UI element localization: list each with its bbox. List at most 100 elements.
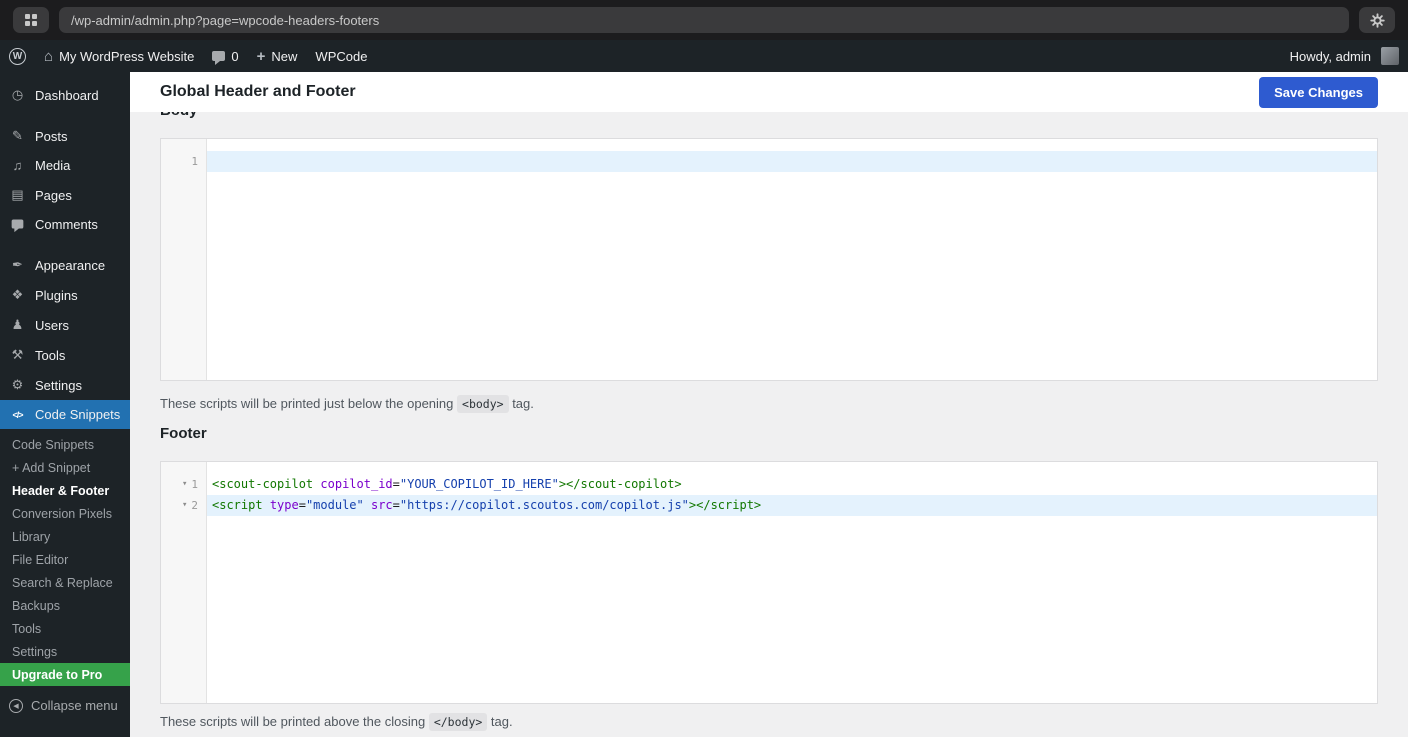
gutter-line: 1: [161, 151, 206, 172]
fold-arrow-icon[interactable]: ▾: [182, 495, 187, 516]
browser-settings-button[interactable]: [1359, 7, 1395, 33]
browser-chrome: /wp-admin/admin.php?page=wpcode-headers-…: [0, 0, 1408, 40]
plugins-icon: ❖: [9, 287, 26, 303]
gutter-line: ▾1: [161, 474, 206, 495]
sidebar-item-media[interactable]: ♫ Media: [0, 151, 130, 180]
settings-icon: ⚙: [9, 377, 26, 393]
code-line[interactable]: <scout-copilot copilot_id="YOUR_COPILOT_…: [207, 474, 1377, 495]
sidebar-item-settings[interactable]: ⚙ Settings: [0, 370, 130, 400]
code-token-plain: =: [393, 498, 400, 512]
comments-indicator[interactable]: 0: [203, 40, 247, 72]
body-caption-tail: tag.: [512, 396, 534, 411]
sidebar-item-dashboard[interactable]: ◷ Dashboard: [0, 80, 130, 110]
sidebar-subitem-add-snippet[interactable]: + Add Snippet: [0, 456, 130, 479]
settings-content: Body 1 These scripts will be printed jus…: [130, 112, 1408, 737]
collapse-arrow-icon: ◀: [9, 699, 23, 713]
sidebar-subitem-backups[interactable]: Backups: [0, 594, 130, 617]
sidebar-subitem-file-editor[interactable]: File Editor: [0, 548, 130, 571]
body-editor-gutter: 1: [161, 139, 207, 380]
account-menu[interactable]: Howdy, admin: [1281, 40, 1408, 72]
pages-icon: ▤: [9, 187, 26, 203]
sidebar-item-appearance[interactable]: ✒ Appearance: [0, 250, 130, 280]
code-token-string: "YOUR_COPILOT_ID_HERE": [400, 477, 559, 491]
collapse-menu-button[interactable]: ◀ Collapse menu: [0, 692, 130, 719]
save-changes-button[interactable]: Save Changes: [1259, 77, 1378, 108]
body-code-editor[interactable]: 1: [160, 138, 1378, 381]
main-content: Global Header and Footer Save Changes Bo…: [130, 72, 1408, 737]
sidebar-item-label: Dashboard: [35, 88, 99, 103]
wpcode-adminbar-menu[interactable]: WPCode: [306, 40, 376, 72]
tab-grid-button[interactable]: [13, 7, 49, 33]
code-token-tag: <script: [212, 498, 263, 512]
code-token-plain: =: [393, 477, 400, 491]
body-caption: These scripts will be printed just below…: [160, 396, 1378, 411]
wordpress-logo-icon: W: [9, 48, 26, 65]
closing-body-tag-code: </body>: [429, 713, 487, 731]
sidebar-subitem-search-replace[interactable]: Search & Replace: [0, 571, 130, 594]
sidebar-subitem-tools[interactable]: Tools: [0, 617, 130, 640]
sidebar-item-label: Comments: [35, 217, 98, 232]
body-caption-text: These scripts will be printed just below…: [160, 396, 453, 411]
footer-code-editor[interactable]: ▾1▾2 <scout-copilot copilot_id="YOUR_COP…: [160, 461, 1378, 704]
sidebar-item-label: Tools: [35, 348, 65, 363]
page-header: Global Header and Footer Save Changes: [130, 72, 1408, 112]
posts-icon: ✎: [9, 128, 26, 144]
sidebar-subitem-upgrade-to-pro[interactable]: Upgrade to Pro: [0, 663, 130, 686]
footer-caption: These scripts will be printed above the …: [160, 714, 1378, 729]
body-tag-code: <body>: [457, 395, 509, 413]
code-token-string: "module": [306, 498, 364, 512]
footer-editor-gutter: ▾1▾2: [161, 462, 207, 703]
sidebar-item-label: Plugins: [35, 288, 78, 303]
code-token-attr: src: [371, 498, 393, 512]
new-content-menu[interactable]: + New: [248, 40, 307, 72]
sidebar-subitem-header-footer[interactable]: Header & Footer: [0, 479, 130, 502]
code-line[interactable]: <script type="module" src="https://copil…: [207, 495, 1377, 516]
site-name: My WordPress Website: [59, 49, 194, 64]
sidebar-item-comments[interactable]: Comments: [0, 210, 130, 239]
sidebar-subitem-settings[interactable]: Settings: [0, 640, 130, 663]
sidebar-item-tools[interactable]: ⚒ Tools: [0, 340, 130, 370]
gear-icon: [1370, 13, 1385, 28]
sidebar-item-pages[interactable]: ▤ Pages: [0, 180, 130, 210]
code-token-tag: ></scout-copilot>: [559, 477, 682, 491]
code-line[interactable]: [207, 151, 1377, 172]
site-menu[interactable]: ⌂ My WordPress Website: [35, 40, 203, 72]
sidebar-subitem-code-snippets[interactable]: Code Snippets: [0, 433, 130, 456]
tab-grid-icon: [24, 13, 38, 27]
howdy-text: Howdy, admin: [1290, 49, 1371, 64]
line-number: 2: [191, 495, 198, 516]
sidebar-item-label: Appearance: [35, 258, 105, 273]
line-number: 1: [191, 474, 198, 495]
wordpress-logo-menu[interactable]: W: [0, 40, 35, 72]
body-editor-code-area[interactable]: [207, 139, 1377, 380]
sidebar-item-plugins[interactable]: ❖ Plugins: [0, 280, 130, 310]
admin-sidebar: ◷ Dashboard ✎ Posts ♫ Media ▤ Pages Comm…: [0, 72, 130, 737]
sidebar-item-label: Posts: [35, 129, 68, 144]
dashboard-icon: ◷: [9, 87, 26, 103]
browser-url-bar[interactable]: /wp-admin/admin.php?page=wpcode-headers-…: [59, 7, 1349, 33]
users-icon: ♟: [9, 317, 26, 333]
sidebar-subitem-conversion-pixels[interactable]: Conversion Pixels: [0, 502, 130, 525]
browser-url: /wp-admin/admin.php?page=wpcode-headers-…: [71, 13, 379, 28]
new-label: New: [271, 49, 297, 64]
footer-editor-code-area[interactable]: <scout-copilot copilot_id="YOUR_COPILOT_…: [207, 462, 1377, 703]
avatar: [1381, 47, 1399, 65]
code-snippets-submenu: Code Snippets + Add Snippet Header & Foo…: [0, 429, 130, 692]
page-title: Global Header and Footer: [160, 83, 356, 101]
comments-icon: [9, 217, 26, 232]
sidebar-item-label: Users: [35, 318, 69, 333]
collapse-menu-label: Collapse menu: [31, 698, 118, 713]
sidebar-item-posts[interactable]: ✎ Posts: [0, 121, 130, 151]
sidebar-subitem-library[interactable]: Library: [0, 525, 130, 548]
code-token-attr: copilot_id: [320, 477, 392, 491]
plus-icon: +: [257, 49, 266, 64]
sidebar-item-code-snippets[interactable]: </> Code Snippets: [0, 400, 130, 429]
home-icon: ⌂: [44, 49, 53, 64]
code-token-tag: ></script>: [689, 498, 761, 512]
wpcode-label: WPCode: [315, 49, 367, 64]
fold-arrow-icon[interactable]: ▾: [182, 474, 187, 495]
media-icon: ♫: [9, 158, 26, 173]
footer-caption-text: These scripts will be printed above the …: [160, 714, 425, 729]
comments-count: 0: [231, 49, 238, 64]
sidebar-item-users[interactable]: ♟ Users: [0, 310, 130, 340]
